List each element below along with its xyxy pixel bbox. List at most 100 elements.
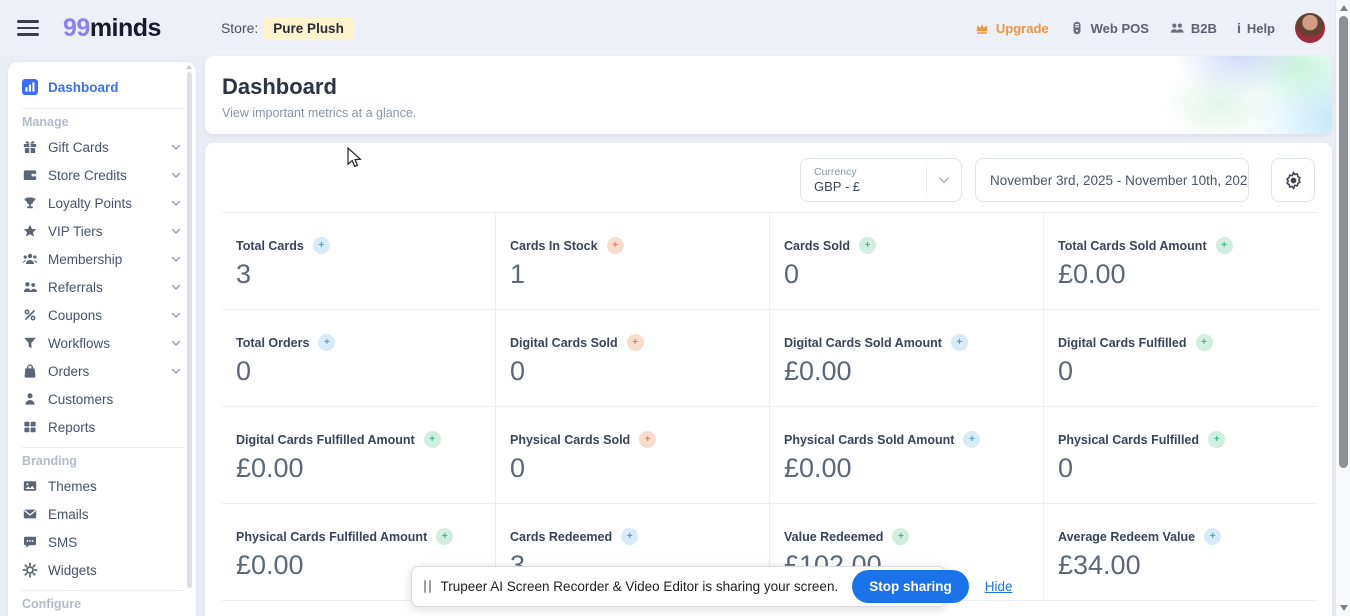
sidebar-item-store-credits[interactable]: Store Credits [22,161,186,189]
sidebar-item-label: Reports [48,419,96,435]
sidebar-item-label: VIP Tiers [48,223,103,239]
sidebar-item-vip-tiers[interactable]: VIP Tiers [22,217,186,245]
metric-add-badge[interactable] [1204,528,1222,545]
metric-add-badge[interactable] [436,528,454,545]
chevron-down-icon [170,197,182,209]
metric-label: Average Redeem Value [1058,529,1196,544]
info-icon: i [1236,20,1241,36]
sidebar-item-dashboard[interactable]: Dashboard [22,72,186,102]
sidebar-item-orders[interactable]: Orders [22,357,186,385]
sidebar-item-widgets[interactable]: Widgets [22,556,186,584]
metric-add-badge[interactable] [312,237,330,254]
metric-add-badge[interactable] [1215,237,1233,254]
chevron-down-icon [170,281,182,293]
metric-label: Physical Cards Sold [510,432,631,447]
metric-card-total-orders: Total Orders 0 [222,310,496,407]
logo[interactable]: 99 minds [63,14,161,43]
metric-label: Digital Cards Sold Amount [784,335,942,350]
sidebar-item-label: Membership [48,251,123,267]
upgrade-button[interactable]: Upgrade [974,20,1049,36]
metric-label: Value Redeemed [784,529,884,544]
metric-add-badge[interactable] [1195,334,1213,351]
sidebar-item-label: Gift Cards [48,139,109,155]
metric-value: 0 [510,453,526,483]
trophy-icon [22,195,38,211]
metric-add-badge[interactable] [963,431,981,448]
metric-add-badge[interactable] [859,237,876,254]
section-label-branding: Branding [22,454,77,468]
metric-add-badge[interactable] [892,528,910,545]
metric-label: Cards Redeemed [510,529,613,544]
sidebar-item-emails[interactable]: Emails [22,500,186,528]
metric-add-badge[interactable] [950,334,968,351]
drag-handle-icon[interactable] [424,580,431,593]
sidebar-item-themes[interactable]: Themes [22,472,186,500]
metrics-card: Currency GBP - £ November 3rd, 2025 - No… [205,143,1332,616]
b2b-label: B2B [1190,20,1217,36]
sidebar-item-sms[interactable]: SMS [22,528,186,556]
metric-value: 0 [1058,356,1074,386]
metric-card-total-cards-sold-amount: Total Cards Sold Amount £0.00 [1044,213,1318,310]
web-pos-button[interactable]: Web POS [1069,20,1149,36]
users-icon [1169,20,1185,36]
metric-label: Digital Cards Sold [510,335,618,350]
metric-add-badge[interactable] [639,431,657,448]
sidebar-item-workflows[interactable]: Workflows [22,329,186,357]
sidebar-item-gift-cards[interactable]: Gift Cards [22,133,186,161]
help-button[interactable]: i Help [1237,20,1275,36]
sidebar-item-label: Referrals [48,279,103,295]
share-banner-text: Trupeer AI Screen Recorder & Video Edito… [440,579,839,594]
sidebar-item-label: Widgets [48,562,97,578]
logo-prefix: 99 [63,13,90,42]
hide-link[interactable]: Hide [985,579,1013,594]
sidebar-item-label: SMS [48,534,78,550]
shopping-bag-icon [22,363,38,379]
b2b-button[interactable]: B2B [1169,20,1217,36]
report-grid-icon [22,419,38,435]
user-avatar[interactable] [1295,13,1325,43]
scroll-down-icon[interactable] [1339,605,1348,611]
currency-select[interactable]: Currency GBP - £ [800,158,962,202]
date-range-input[interactable]: November 3rd, 2025 - November 10th, 2025 [975,158,1249,202]
sidebar-item-label: Workflows [48,335,111,351]
sidebar-divider [22,447,184,448]
metric-add-badge[interactable] [1208,431,1226,448]
sidebar-item-reports[interactable]: Reports [22,413,186,441]
chevron-down-icon [170,169,182,181]
chevron-down-icon [170,141,182,153]
metric-label: Cards Sold [784,238,850,253]
help-label: Help [1246,20,1275,36]
sidebar-item-label: Orders [48,363,90,379]
section-label-manage: Manage [22,115,69,129]
chevron-down-icon[interactable] [927,173,961,187]
sidebar-item-membership[interactable]: Membership [22,245,186,273]
scroll-up-icon[interactable] [1339,5,1348,11]
sidebar-item-loyalty-points[interactable]: Loyalty Points [22,189,186,217]
stop-sharing-button[interactable]: Stop sharing [852,570,969,603]
logo-suffix: minds [89,13,162,42]
star-icon [22,223,38,239]
sidebar-item-label: Dashboard [48,79,119,95]
metric-label: Digital Cards Fulfilled Amount [236,432,415,447]
scrollbar-thumb[interactable] [1339,16,1348,468]
store-name-chip[interactable]: Pure Plush [264,16,353,40]
page-header-card: Dashboard View important metrics at a gl… [205,56,1332,134]
sidebar-scroll-up-icon[interactable] [186,65,192,69]
settings-button[interactable] [1271,158,1315,202]
sidebar-item-customers[interactable]: Customers [22,385,186,413]
sidebar-item-coupons[interactable]: Coupons [22,301,186,329]
funnel-icon [22,335,38,351]
sidebar-divider [22,108,184,109]
dashboard-icon [22,79,38,95]
metric-add-badge[interactable] [606,237,624,254]
sidebar-item-referrals[interactable]: Referrals [22,273,186,301]
sidebar-scrollbar[interactable] [187,72,192,588]
metric-add-badge[interactable] [626,334,644,351]
metric-add-badge[interactable] [318,334,336,351]
menu-icon[interactable] [17,16,39,40]
browser-scrollbar[interactable] [1335,0,1350,616]
metric-add-badge[interactable] [423,431,441,448]
metric-value: £0.00 [784,453,852,483]
metric-card-physical-cards-sold: Physical Cards Sold 0 [496,407,770,504]
metric-add-badge[interactable] [621,528,639,545]
